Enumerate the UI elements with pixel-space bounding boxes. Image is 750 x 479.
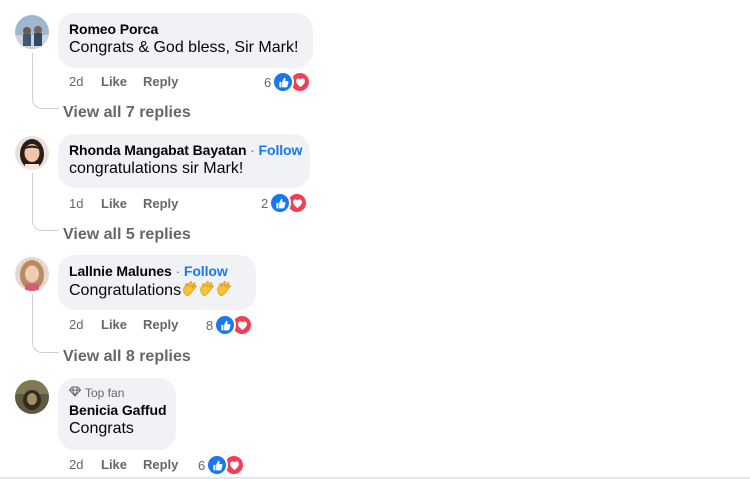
like-button[interactable]: Like (101, 74, 143, 89)
view-replies-link[interactable]: View all 5 replies (63, 226, 191, 244)
avatar[interactable] (15, 380, 49, 414)
comment-actions: 2d Like Reply (69, 74, 178, 89)
reply-button[interactable]: Reply (143, 457, 178, 472)
reaction-count: 8 (206, 317, 214, 333)
avatar[interactable] (15, 136, 49, 170)
reactions-summary[interactable]: 8 (206, 314, 254, 336)
author-name[interactable]: Lallnie Malunes · Follow (69, 263, 244, 279)
thread-connector (32, 53, 59, 109)
reactions-summary[interactable]: 2 (261, 192, 309, 214)
clapping-hands-emoji (182, 281, 198, 298)
reply-button[interactable]: Reply (143, 196, 178, 211)
comment-actions: 1d Like Reply (69, 196, 178, 211)
reactions-summary[interactable]: 6 (198, 454, 246, 476)
like-button[interactable]: Like (101, 196, 143, 211)
like-button[interactable]: Like (101, 457, 143, 472)
like-reaction-icon (269, 192, 292, 214)
top-fan-badge[interactable]: Top fan (68, 386, 164, 400)
comment-text: Congrats (69, 420, 134, 437)
thread-connector (32, 173, 59, 231)
author-name[interactable]: Benicia Gaffud (69, 402, 167, 418)
reply-button[interactable]: Reply (143, 317, 178, 332)
reply-button[interactable]: Reply (143, 74, 178, 89)
author-name[interactable]: Romeo Porca (69, 21, 301, 37)
avatar[interactable] (15, 15, 49, 49)
comment-text: congratulations sir Mark! (69, 160, 244, 177)
clapping-hands-emoji (199, 281, 215, 298)
timestamp[interactable]: 2d (69, 317, 101, 332)
view-replies-link[interactable]: View all 8 replies (63, 348, 191, 366)
reaction-count: 6 (198, 457, 206, 473)
top-fan-diamond-icon (68, 386, 82, 400)
reactions-summary[interactable]: 6 (264, 71, 312, 93)
comment-actions: 2d Like Reply (69, 457, 178, 472)
comment-bubble: Lallnie Malunes · Follow Congratulations (58, 255, 256, 310)
reaction-count: 2 (261, 195, 269, 211)
view-replies-link[interactable]: View all 7 replies (63, 104, 191, 122)
like-button[interactable]: Like (101, 317, 143, 332)
timestamp[interactable]: 1d (69, 196, 101, 211)
author-name[interactable]: Rhonda Mangabat Bayatan · Follow (69, 142, 302, 158)
clapping-hands-emoji (216, 281, 232, 298)
follow-link[interactable]: Follow (259, 142, 303, 158)
avatar[interactable] (15, 257, 49, 291)
follow-link[interactable]: Follow (184, 263, 228, 279)
thread-connector (32, 294, 59, 353)
like-reaction-icon (206, 454, 229, 476)
comment-text: Congratulations (69, 281, 244, 300)
comment-actions: 2d Like Reply (69, 317, 178, 332)
reaction-count: 6 (264, 74, 272, 90)
comment-bubble: Rhonda Mangabat Bayatan · Follow congrat… (58, 134, 310, 188)
like-reaction-icon (214, 314, 237, 336)
comment-text: Congrats & God bless, Sir Mark! (69, 39, 299, 56)
timestamp[interactable]: 2d (69, 74, 101, 89)
comment-bubble: Romeo Porca Congrats & God bless, Sir Ma… (58, 13, 313, 68)
like-reaction-icon (272, 71, 295, 93)
comment-bubble: Top fan Benicia Gaffud Congrats (58, 378, 176, 450)
timestamp[interactable]: 2d (69, 457, 101, 472)
